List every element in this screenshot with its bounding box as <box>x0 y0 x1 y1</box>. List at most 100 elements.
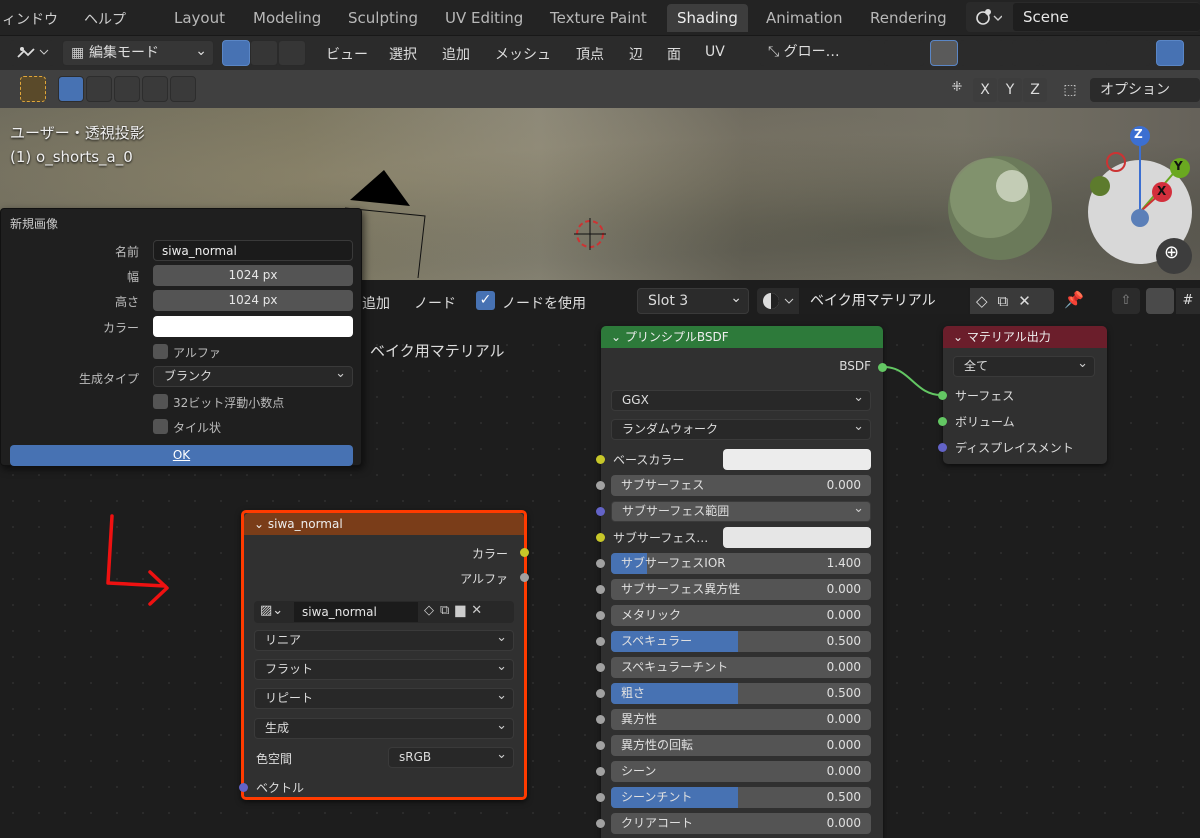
image-actions-icon[interactable]: ◇⧉▆✕ <box>424 603 488 618</box>
bsdf-input-value: 0.000 <box>826 608 861 622</box>
alpha-label: アルファ <box>173 346 221 360</box>
interpolation-value: リニア <box>265 633 302 647</box>
colorspace-dropdown[interactable]: sRGB <box>388 745 514 768</box>
new-image-dialog: 新規画像 名前 siwa_normal 幅 1024 px 高さ 1024 px… <box>0 208 362 466</box>
collapse-icon[interactable]: ⌄ <box>611 330 625 344</box>
bsdf-input-value: 0.000 <box>826 816 861 830</box>
volume-socket[interactable] <box>938 417 947 426</box>
bsdf-input-socket[interactable] <box>596 793 605 802</box>
projection-value: フラット <box>265 662 314 676</box>
color-label: カラー <box>102 321 139 335</box>
width-field[interactable]: 1024 px <box>153 265 353 286</box>
output-alpha-socket[interactable] <box>520 573 529 582</box>
bsdf-input-dropdown[interactable]: サブサーフェス範囲 <box>611 499 871 522</box>
bsdf-input-value: 0.000 <box>826 738 861 752</box>
image-browse-icon[interactable]: ▨⌄ <box>260 603 283 618</box>
surface-socket[interactable] <box>938 391 947 400</box>
bsdf-input-label: サブサーフェス <box>621 478 705 492</box>
bsdf-input-socket[interactable] <box>596 507 605 516</box>
bsdf-input-value: 0.000 <box>826 660 861 674</box>
color-swatch[interactable] <box>153 316 353 337</box>
bsdf-input-field[interactable]: シーンチント 0.500 <box>611 787 871 808</box>
output-node-header[interactable]: ⌄ マテリアル出力 <box>943 326 1107 348</box>
interpolation-dropdown[interactable]: リニア <box>254 628 514 651</box>
output-color-socket[interactable] <box>520 548 529 557</box>
colorspace-label: 色空間 <box>256 752 293 766</box>
alpha-checkbox[interactable] <box>153 344 168 359</box>
dialog-title: 新規画像 <box>10 217 59 231</box>
bsdf-output-socket[interactable] <box>878 363 887 372</box>
bsdf-input-socket[interactable] <box>596 689 605 698</box>
material-output-node[interactable]: ⌄ マテリアル出力 全て サーフェス ボリューム ディスプレイスメント <box>938 326 1107 464</box>
bsdf-input-field[interactable]: 異方性 0.000 <box>611 709 871 730</box>
bsdf-input-socket[interactable] <box>596 585 605 594</box>
subsurface-method-dropdown[interactable]: ランダムウォーク <box>611 417 871 440</box>
name-label: 名前 <box>114 245 139 259</box>
bsdf-input-socket[interactable] <box>596 533 605 542</box>
distribution-value: GGX <box>622 393 649 407</box>
bsdf-input-field[interactable]: スペキュラー 0.500 <box>611 631 871 652</box>
bsdf-input-socket[interactable] <box>596 741 605 750</box>
image-datablock[interactable]: ▨⌄ siwa_normal ◇⧉▆✕ <box>254 601 514 623</box>
displacement-socket[interactable] <box>938 443 947 452</box>
bsdf-input-label: クリアコート <box>621 816 694 830</box>
bsdf-input-field[interactable]: クリアコート 0.000 <box>611 813 871 834</box>
output-color-label: カラー <box>471 547 508 561</box>
width-label: 幅 <box>126 270 139 284</box>
bsdf-input-field[interactable]: 粗さ 0.500 <box>611 683 871 704</box>
bsdf-input-field[interactable]: 異方性の回転 0.000 <box>611 735 871 756</box>
principled-bsdf-node[interactable]: ⌄ プリンシプルBSDF BSDF GGX ランダムウォーク ベースカラー サブ… <box>596 326 887 838</box>
collapse-icon[interactable]: ⌄ <box>953 330 967 344</box>
distribution-dropdown[interactable]: GGX <box>611 388 871 411</box>
target-dropdown[interactable]: 全て <box>953 354 1095 377</box>
volume-label: ボリューム <box>955 415 1015 429</box>
bsdf-input-label: シーンチント <box>621 790 693 804</box>
gen-type-value: ブランク <box>164 369 213 383</box>
bsdf-input-socket[interactable] <box>596 663 605 672</box>
projection-dropdown[interactable]: フラット <box>254 657 514 680</box>
ok-button[interactable]: OK <box>10 445 353 466</box>
bsdf-input-label: サブサーフェス範囲 <box>622 504 730 518</box>
bsdf-input-value: 0.000 <box>826 582 861 596</box>
input-vector-socket[interactable] <box>239 783 248 792</box>
bsdf-input-value: 0.500 <box>826 686 861 700</box>
bsdf-input-socket[interactable] <box>596 715 605 724</box>
bsdf-node-header[interactable]: ⌄ プリンシプルBSDF <box>601 326 883 348</box>
name-input[interactable]: siwa_normal <box>153 240 353 261</box>
base-color-socket[interactable] <box>596 455 605 464</box>
image-name-field[interactable]: siwa_normal <box>294 602 418 622</box>
subsurface-method-value: ランダムウォーク <box>622 422 719 436</box>
bsdf-input-field[interactable]: サブサーフェス異方性 0.000 <box>611 579 871 600</box>
bsdf-input-socket[interactable] <box>596 611 605 620</box>
bsdf-input-field[interactable]: スペキュラーチント 0.000 <box>611 657 871 678</box>
bsdf-input-label: 異方性 <box>621 712 658 726</box>
bsdf-input-field[interactable]: サブサーフェスIOR 1.400 <box>611 553 871 574</box>
bsdf-input-socket[interactable] <box>596 481 605 490</box>
subsurface-color-swatch[interactable] <box>723 527 871 548</box>
source-dropdown[interactable]: 生成 <box>254 716 514 739</box>
bsdf-input-socket[interactable] <box>596 559 605 568</box>
gen-type-dropdown[interactable]: ブランク <box>153 364 353 387</box>
image-texture-node[interactable]: ⌄ siwa_normal カラー アルファ ▨⌄ siwa_normal ◇⧉… <box>239 510 529 800</box>
bsdf-input-label: 粗さ <box>621 686 646 700</box>
float-checkbox[interactable] <box>153 394 168 409</box>
bsdf-input-field[interactable]: サブサーフェス 0.000 <box>611 475 871 496</box>
image-node-header[interactable]: ⌄ siwa_normal <box>244 513 524 535</box>
float-label: 32ビット浮動小数点 <box>173 396 285 410</box>
bsdf-input-socket[interactable] <box>596 767 605 776</box>
tiled-checkbox[interactable] <box>153 419 168 434</box>
base-color-swatch[interactable] <box>723 449 871 470</box>
bsdf-input-label: スペキュラーチント <box>621 660 729 674</box>
bsdf-input-value: 0.000 <box>826 478 861 492</box>
bsdf-input-socket[interactable] <box>596 819 605 828</box>
bsdf-input-field[interactable]: シーン 0.000 <box>611 761 871 782</box>
height-field[interactable]: 1024 px <box>153 290 353 311</box>
extension-dropdown[interactable]: リピート <box>254 686 514 709</box>
bsdf-input-socket[interactable] <box>596 637 605 646</box>
bsdf-node-title: プリンシプルBSDF <box>624 330 729 344</box>
bsdf-output-label: BSDF <box>839 359 871 373</box>
bsdf-input-label: サブサーフェス異方性 <box>621 582 741 596</box>
collapse-icon[interactable]: ⌄ <box>254 517 268 531</box>
bsdf-input-field[interactable]: メタリック 0.000 <box>611 605 871 626</box>
bsdf-input-value: 0.500 <box>826 634 861 648</box>
